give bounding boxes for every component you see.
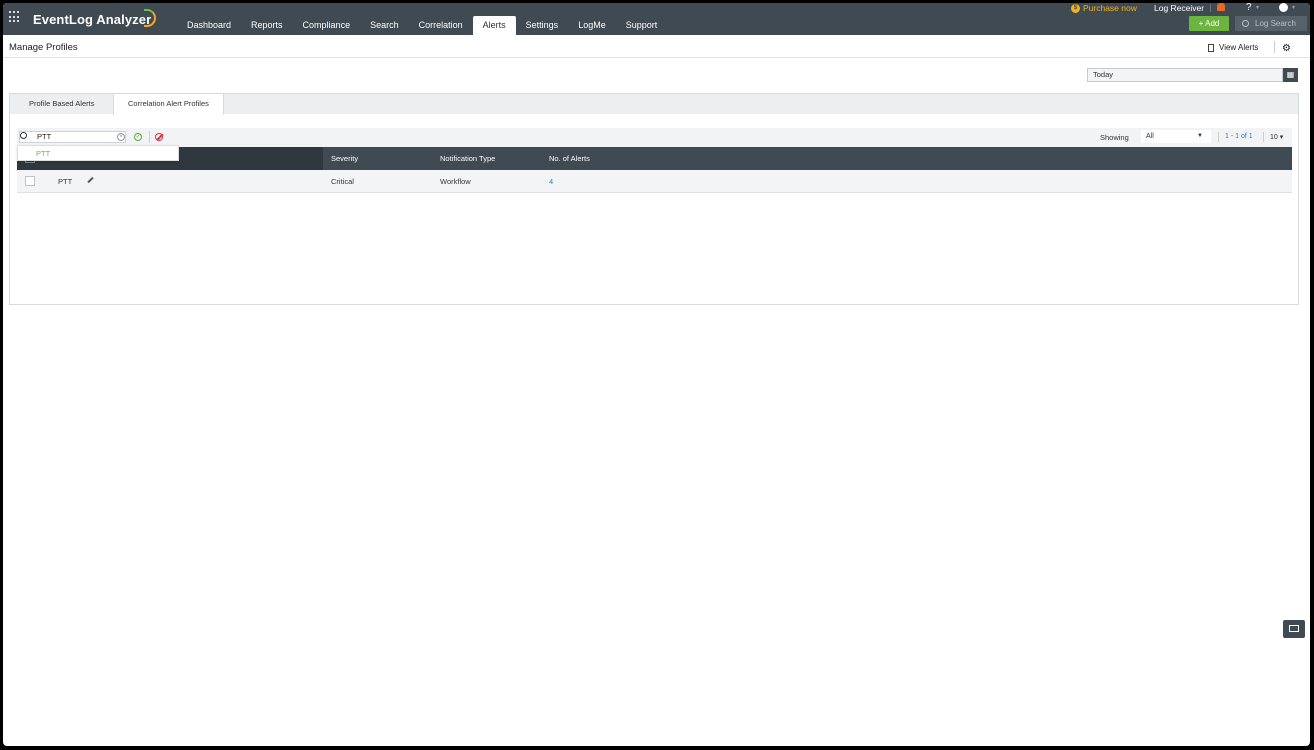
- divider: [1218, 132, 1219, 142]
- severity-value: Critical: [331, 177, 354, 186]
- divider: [149, 131, 150, 143]
- chevron-down-icon: ▼: [1197, 133, 1203, 139]
- column-header-severity[interactable]: Severity: [331, 154, 358, 163]
- nav-logme[interactable]: LogMe: [568, 16, 616, 35]
- cancel-search-icon[interactable]: [155, 133, 163, 141]
- showing-select[interactable]: All ▼: [1141, 130, 1211, 143]
- profile-name: PTT: [58, 177, 73, 186]
- main-nav: Dashboard Reports Compliance Search Corr…: [177, 16, 667, 35]
- pagination-info[interactable]: 1 - 1 of 1: [1225, 133, 1253, 140]
- tab-correlation-alert-profiles[interactable]: Correlation Alert Profiles: [113, 94, 224, 115]
- top-bar: EventLog Analyzer Dashboard Reports Comp…: [3, 3, 1310, 35]
- column-header-no-of-alerts[interactable]: No. of Alerts: [549, 154, 590, 163]
- log-receiver-link[interactable]: Log Receiver: [1154, 3, 1204, 13]
- profiles-panel: Profile Based Alerts Correlation Alert P…: [9, 93, 1299, 305]
- nav-correlation[interactable]: Correlation: [409, 16, 473, 35]
- logo-arc-icon: [144, 9, 156, 27]
- divider: [1263, 132, 1264, 142]
- apply-search-icon[interactable]: ✓: [134, 133, 142, 141]
- user-avatar-icon[interactable]: [1279, 3, 1288, 12]
- page-size-value: 10: [1270, 134, 1278, 141]
- search-icon: [1242, 20, 1249, 27]
- nav-reports[interactable]: Reports: [241, 16, 293, 35]
- chat-icon: [1289, 625, 1299, 632]
- table-header: Severity Notification Type No. of Alerts: [17, 147, 1292, 170]
- notification-type-value: Workflow: [440, 177, 471, 186]
- edit-pencil-icon[interactable]: [87, 176, 94, 184]
- add-button[interactable]: + Add: [1189, 16, 1229, 31]
- page-title: Manage Profiles: [9, 42, 78, 53]
- header-divider: [3, 57, 1310, 58]
- calendar-icon[interactable]: ▦: [1283, 68, 1298, 82]
- nav-compliance[interactable]: Compliance: [293, 16, 361, 35]
- app-window: EventLog Analyzer Dashboard Reports Comp…: [3, 3, 1310, 746]
- showing-value: All: [1146, 133, 1154, 140]
- nav-alerts[interactable]: Alerts: [472, 16, 516, 35]
- divider: [1274, 41, 1275, 53]
- column-header-notification-type[interactable]: Notification Type: [440, 154, 495, 163]
- nav-settings[interactable]: Settings: [516, 16, 569, 35]
- page-size-select[interactable]: 10 ▾: [1270, 133, 1283, 141]
- table-row: PTT Critical Workflow 4: [17, 170, 1292, 193]
- gear-icon[interactable]: ⚙: [1282, 43, 1291, 54]
- purchase-label: Purchase now: [1083, 3, 1137, 13]
- alerts-count-link[interactable]: 4: [549, 177, 553, 186]
- view-alerts-label: View Alerts: [1219, 43, 1259, 52]
- chat-button[interactable]: [1283, 620, 1305, 638]
- search-icon: [20, 132, 27, 139]
- profile-search-input[interactable]: PTT: [19, 131, 126, 143]
- log-search-placeholder: Log Search: [1255, 19, 1296, 28]
- app-grid-icon[interactable]: [9, 11, 21, 23]
- clear-search-icon[interactable]: ×: [117, 133, 125, 141]
- search-suggestion-item[interactable]: PTT: [17, 145, 179, 161]
- table-toolbar: PTT × ✓ Showing All ▼ 1 - 1 of 1 10 ▾: [17, 128, 1292, 148]
- cart-icon: $: [1071, 3, 1080, 13]
- help-caret-icon: ▾: [1256, 5, 1260, 11]
- nav-support[interactable]: Support: [616, 16, 668, 35]
- nav-dashboard[interactable]: Dashboard: [177, 16, 241, 35]
- chevron-down-icon: ▾: [1277, 134, 1284, 141]
- document-icon: [1208, 43, 1214, 52]
- notification-bell-icon[interactable]: [1217, 3, 1225, 11]
- view-alerts-link[interactable]: View Alerts: [1208, 43, 1258, 52]
- purchase-link[interactable]: $ Purchase now: [1071, 3, 1137, 13]
- tab-profile-based-alerts[interactable]: Profile Based Alerts: [15, 94, 108, 114]
- tab-bar: Profile Based Alerts Correlation Alert P…: [10, 94, 1298, 115]
- divider: [1210, 4, 1211, 12]
- date-range-field[interactable]: Today: [1087, 68, 1283, 82]
- nav-search[interactable]: Search: [360, 16, 409, 35]
- profiles-table: Severity Notification Type No. of Alerts…: [17, 147, 1292, 193]
- user-caret-icon: ▾: [1292, 5, 1296, 11]
- app-logo[interactable]: EventLog Analyzer: [33, 12, 151, 27]
- showing-label: Showing: [1100, 133, 1129, 142]
- help-icon[interactable]: ?: [1246, 3, 1252, 13]
- log-search-input[interactable]: Log Search: [1235, 16, 1307, 31]
- row-checkbox[interactable]: [25, 176, 35, 186]
